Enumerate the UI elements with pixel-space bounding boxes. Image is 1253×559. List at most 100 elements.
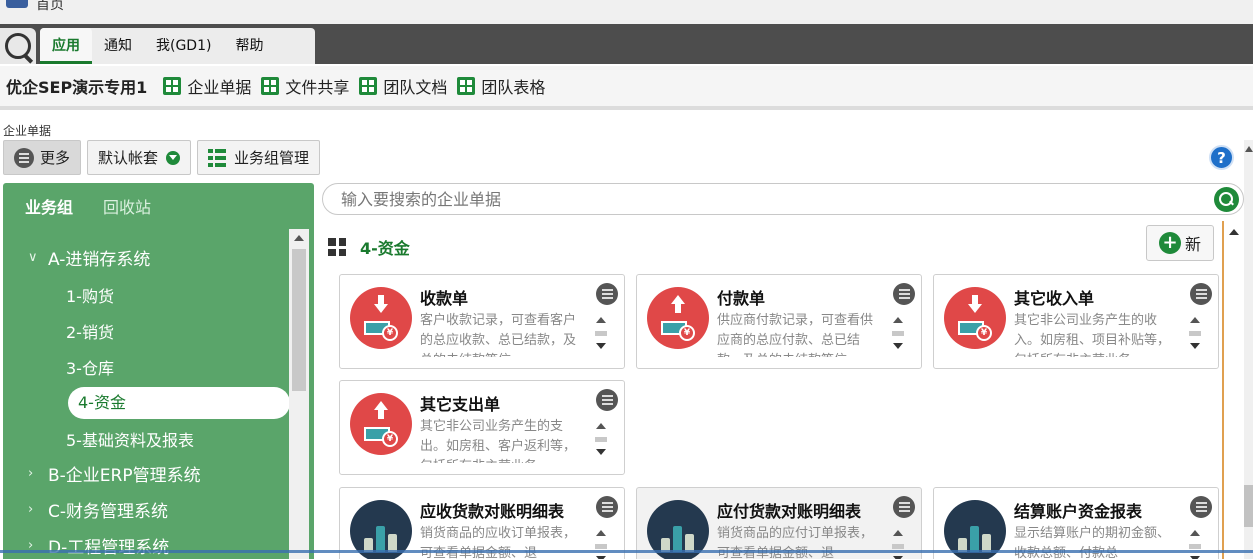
toolbar-link-file-share[interactable]: 文件共享 xyxy=(261,74,349,98)
tree-leaf-warehouse[interactable]: 3-仓库 xyxy=(66,355,114,379)
group-tree: ∨ A-进销存系统 1-购货 2-销货 3-仓库 4-资金 5-基础资料及报表 ›… xyxy=(8,229,290,559)
toolbar-link-label: 文件共享 xyxy=(285,78,350,97)
app-icon xyxy=(6,0,28,8)
doc-card[interactable]: ¥ 收款单 客户收款记录，可查看客户的总应收款、总已结款，及总的未结款等信 xyxy=(339,274,625,369)
tree-leaf-funds[interactable]: 4-资金 xyxy=(68,387,290,419)
doc-card-desc: 销货商品的应收订单报表，可查看单据金额、退 xyxy=(420,526,577,559)
desc-scrollbar[interactable] xyxy=(592,526,610,559)
chevron-right-icon: › xyxy=(28,466,34,481)
card-menu-icon[interactable] xyxy=(596,389,618,411)
receipt-in-icon: ¥ xyxy=(350,287,412,349)
payment-out-icon: ¥ xyxy=(647,287,709,349)
doc-card[interactable]: ¥ 其它收入单 其它非公司业务产生的收入。如房租、项目补贴等，包括所有非主营业务 xyxy=(933,274,1219,369)
sidebar-tab-recycle[interactable]: 回收站 xyxy=(103,194,151,218)
chevron-down-icon: ∨ xyxy=(28,250,38,265)
desc-scrollbar[interactable] xyxy=(592,419,610,463)
payment-out-icon: ¥ xyxy=(350,393,412,455)
tree-node-c[interactable]: › C-财务管理系统 xyxy=(28,497,168,522)
tree-leaf-purchase[interactable]: 1-购货 xyxy=(66,283,114,307)
doc-card-name: 其它支出单 xyxy=(420,395,501,414)
doc-card-desc: 销货商品的应付订单报表，可查看单据金额、退 xyxy=(717,526,874,559)
receipt-in-icon: ¥ xyxy=(944,287,1006,349)
doc-card-name: 结算账户资金报表 xyxy=(1014,502,1143,521)
page-scrollbar[interactable] xyxy=(1244,140,1253,559)
toolbar-link-label: 企业单据 xyxy=(187,78,252,97)
new-button[interactable]: + 新 xyxy=(1146,225,1214,261)
scroll-up-arrow[interactable] xyxy=(294,235,304,241)
desc-scrollbar[interactable] xyxy=(1186,313,1204,357)
toolbar-link-team-sheets[interactable]: 团队表格 xyxy=(457,74,545,98)
card-menu-icon[interactable] xyxy=(596,496,618,518)
group-manage-button[interactable]: 业务组管理 xyxy=(197,140,321,175)
tab-notifications[interactable]: 通知 xyxy=(92,28,144,64)
tree-node-b[interactable]: › B-企业ERP管理系统 xyxy=(28,461,201,486)
account-set-label: 默认帐套 xyxy=(98,149,159,167)
scroll-thumb[interactable] xyxy=(292,249,306,391)
sidebar-tab-groups[interactable]: 业务组 xyxy=(25,194,73,218)
section-label: 企业单据 xyxy=(3,124,52,138)
doc-card-desc: 供应商付款记录，可查看供应商的总应付款、总已结款，及总的未结款等信 xyxy=(717,313,874,357)
toolbar-link-label: 团队文档 xyxy=(383,78,448,97)
toolbar-link-enterprise-docs[interactable]: 企业单据 xyxy=(163,74,251,98)
tree-node-label: D-工程管理系统 xyxy=(48,538,170,558)
app-toolbar: 优企SEP演示专用1 企业单据 文件共享 团队文档 团队表格 xyxy=(0,66,1253,110)
doc-card[interactable]: 结算账户资金报表 显示结算账户的期初金额、收款总额、付款总 xyxy=(933,487,1219,559)
doc-card[interactable]: 应付货款对账明细表 销货商品的应付订单报表，可查看单据金额、退 xyxy=(636,487,922,559)
more-label: 更多 xyxy=(40,149,71,167)
logo-icon[interactable] xyxy=(0,28,36,64)
card-menu-icon[interactable] xyxy=(1190,283,1212,305)
tree-leaf-basic-data[interactable]: 5-基础资料及报表 xyxy=(66,427,194,451)
tree-leaf-sales[interactable]: 2-销货 xyxy=(66,319,114,343)
doc-card-name: 应付货款对账明细表 xyxy=(717,502,862,521)
help-icon[interactable]: ? xyxy=(1209,145,1234,170)
scroll-up-arrow[interactable] xyxy=(1245,146,1253,152)
card-menu-icon[interactable] xyxy=(596,283,618,305)
toolbar-link-team-docs[interactable]: 团队文档 xyxy=(359,74,447,98)
tree-node-label: A-进销存系统 xyxy=(48,250,151,270)
account-set-dropdown[interactable]: 默认帐套 xyxy=(87,140,192,175)
tab-me[interactable]: 我(GD1) xyxy=(144,28,223,64)
doc-card-name: 其它收入单 xyxy=(1014,289,1095,308)
desc-scrollbar[interactable] xyxy=(592,313,610,357)
grid-icon xyxy=(261,77,280,95)
tab-help[interactable]: 帮助 xyxy=(223,28,275,64)
tree-node-d[interactable]: › D-工程管理系统 xyxy=(28,533,169,558)
chevron-down-icon xyxy=(166,150,181,165)
scroll-up-arrow[interactable] xyxy=(1229,229,1239,235)
search-input[interactable] xyxy=(341,188,1191,210)
desc-scrollbar[interactable] xyxy=(889,313,907,357)
search-icon[interactable] xyxy=(1214,187,1239,212)
tree-node-label: C-财务管理系统 xyxy=(48,502,169,522)
grid-icon xyxy=(328,238,346,256)
group-title: 4-资金 xyxy=(360,239,410,258)
doc-card-name: 收款单 xyxy=(420,289,469,308)
card-menu-icon[interactable] xyxy=(1190,496,1212,518)
card-menu-icon[interactable] xyxy=(893,283,915,305)
search-bar xyxy=(322,183,1244,215)
taskbar-edge xyxy=(0,550,1253,553)
card-menu-icon[interactable] xyxy=(893,496,915,518)
menu-icon xyxy=(14,147,34,168)
new-label: 新 xyxy=(1184,235,1201,254)
doc-card-desc: 显示结算账户的期初金额、收款总额、付款总 xyxy=(1014,526,1171,559)
desc-scrollbar[interactable] xyxy=(889,526,907,559)
scroll-thumb[interactable] xyxy=(1244,485,1253,527)
title-bar: 首页 xyxy=(0,0,1253,24)
tab-apps[interactable]: 应用 xyxy=(40,28,92,64)
doc-card[interactable]: ¥ 付款单 供应商付款记录，可查看供应商的总应付款、总已结款，及总的未结款等信 xyxy=(636,274,922,369)
toolbar-link-label: 团队表格 xyxy=(481,78,546,97)
sidebar-scrollbar[interactable] xyxy=(289,229,309,559)
desc-scrollbar[interactable] xyxy=(1186,526,1204,559)
tree-node-a[interactable]: ∨ A-进销存系统 xyxy=(28,245,150,270)
sidebar: 业务组 回收站 ∨ A-进销存系统 1-购货 2-销货 3-仓库 4-资金 5-基… xyxy=(3,183,314,559)
content-scrollbar[interactable] xyxy=(1226,221,1242,559)
company-name: 优企SEP演示专用1 xyxy=(6,78,148,97)
doc-card[interactable]: 应收货款对账明细表 销货商品的应收订单报表，可查看单据金额、退 xyxy=(339,487,625,559)
more-button[interactable]: 更多 xyxy=(3,140,82,175)
action-buttons: 更多 默认帐套 业务组管理 xyxy=(3,140,321,175)
doc-card[interactable]: ¥ 其它支出单 其它非公司业务产生的支出。如房租、客户返利等，包括所有非主营业务 xyxy=(339,380,625,475)
document-panel: 4-资金 +新 ¥ 收款单 客户收款记录，可查看客户的总应收款、总已结款，及总的… xyxy=(322,221,1224,559)
grid-icon xyxy=(359,77,378,95)
window-title: 首页 xyxy=(36,0,64,13)
chevron-right-icon: › xyxy=(28,502,34,517)
